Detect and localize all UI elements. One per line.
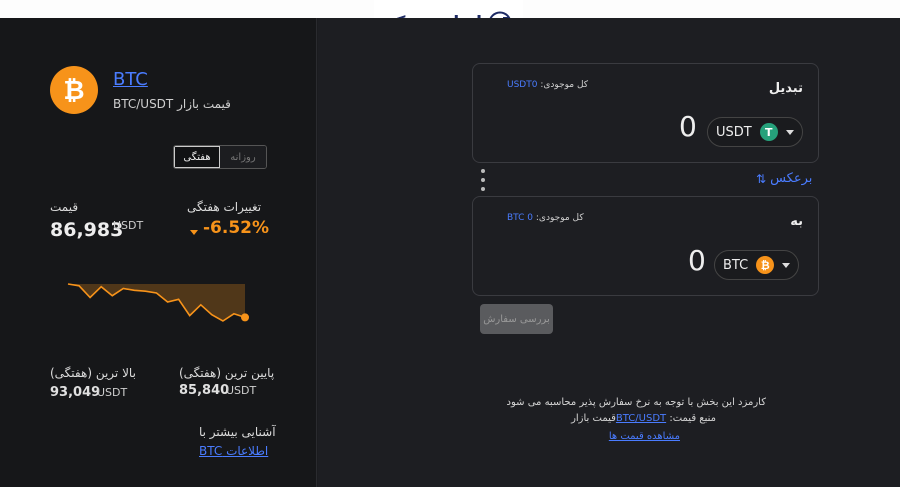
weekly-change-label: تغییرات هفتگی [187,200,262,214]
bitcoin-icon: ₿ [50,66,98,114]
low-label: پایین ترین (هفتگی) [179,366,275,380]
bitcoin-small-icon: ₿ [756,256,775,274]
period-weekly-button[interactable]: هفتگی [174,146,220,168]
to-coin-symbol: BTC [723,257,749,273]
from-amount-input[interactable]: 0 [679,110,697,143]
to-title: به [790,214,803,229]
from-coin-symbol: USDT [716,124,752,140]
swap-arrows-icon: ⇅ [756,171,767,186]
from-balance-label: کل موجودی: [540,80,589,90]
from-box: تبدیل کل موجودی: USDT0 0 USDT T [472,63,819,163]
down-arrow-icon [190,230,198,235]
tether-icon: T [759,123,778,141]
sparkline-end-dot [241,313,249,322]
to-balance: کل موجودی: BTC 0 [507,213,584,223]
from-coin-select[interactable]: USDT T [707,117,803,147]
from-balance-value: USDT0 [507,80,538,90]
low-value: 85,840 [179,383,230,398]
high-unit: USDT [97,386,128,399]
market-info-panel [0,18,317,487]
period-daily-button[interactable]: روزانه [220,146,266,168]
view-prices-link[interactable]: مشاهده قیمت ها [609,431,680,442]
more-options-icon[interactable] [481,169,487,191]
low-unit: USDT [226,384,257,397]
more-info-label: آشنایی بیشتر با [199,425,276,439]
review-order-button[interactable]: بررسی سفارش [480,304,553,334]
high-label: بالا ترین (هفتگی) [50,366,136,380]
price-label: قیمت [50,200,79,214]
weekly-change-value: -6.52% [203,218,270,238]
fee-note: کارمزد این بخش با توجه به نرخ سفارش پذیر… [506,397,766,408]
price-source-suffix: قیمت بازار [571,413,616,424]
to-amount-input[interactable]: 0 [688,244,706,277]
to-coin-select[interactable]: BTC ₿ [714,250,800,280]
price-sparkline [67,283,249,322]
swap-button[interactable]: برعکس ⇅ [756,171,812,186]
sparkline-area [68,284,245,321]
price-source-link[interactable]: BTC/USDT [616,413,666,424]
chevron-down-icon [782,262,791,268]
high-value: 93,049 [50,385,101,400]
price-source-label: منبع قیمت: [669,413,716,424]
from-balance: کل موجودی: USDT0 [507,80,588,90]
to-balance-label: کل موجودی: [535,213,584,223]
more-info-link[interactable]: اطلاعات BTC [199,444,268,458]
price-source: منبع قیمت: BTC/USDTقیمت بازار [571,413,716,424]
chevron-down-icon [785,129,794,135]
price-unit: USDT [113,219,144,232]
pair-name: قیمت بازار BTC/USDT [113,97,231,111]
to-balance-value: BTC 0 [507,213,534,223]
pair-symbol-link[interactable]: BTC [113,69,148,90]
period-toggle[interactable]: هفتگی روزانه [173,145,267,169]
swap-label: برعکس [770,171,813,186]
to-box: به کل موجودی: BTC 0 0 BTC ₿ [472,196,819,296]
from-title: تبدیل [768,81,803,96]
